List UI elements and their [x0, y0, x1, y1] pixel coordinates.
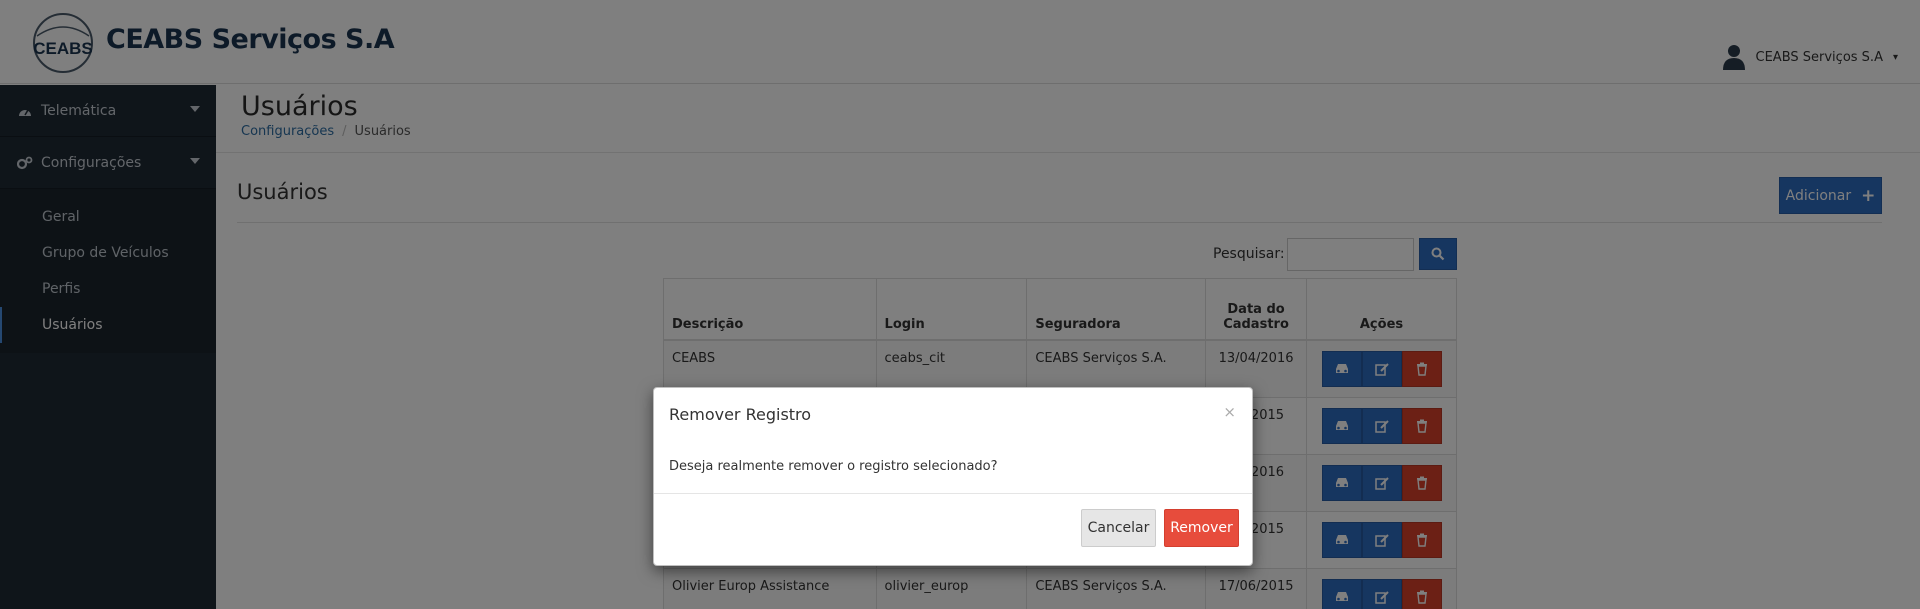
close-icon[interactable]: × — [1223, 403, 1236, 421]
remove-record-modal: Remover Registro × Deseja realmente remo… — [653, 387, 1253, 566]
modal-title: Remover Registro — [669, 405, 812, 424]
modal-body-text: Deseja realmente remover o registro sele… — [669, 459, 998, 474]
modal-footer-divider — [654, 493, 1252, 494]
remove-button[interactable]: Remover — [1164, 509, 1239, 547]
cancel-button[interactable]: Cancelar — [1081, 509, 1156, 547]
modal-header-divider — [654, 441, 1252, 442]
